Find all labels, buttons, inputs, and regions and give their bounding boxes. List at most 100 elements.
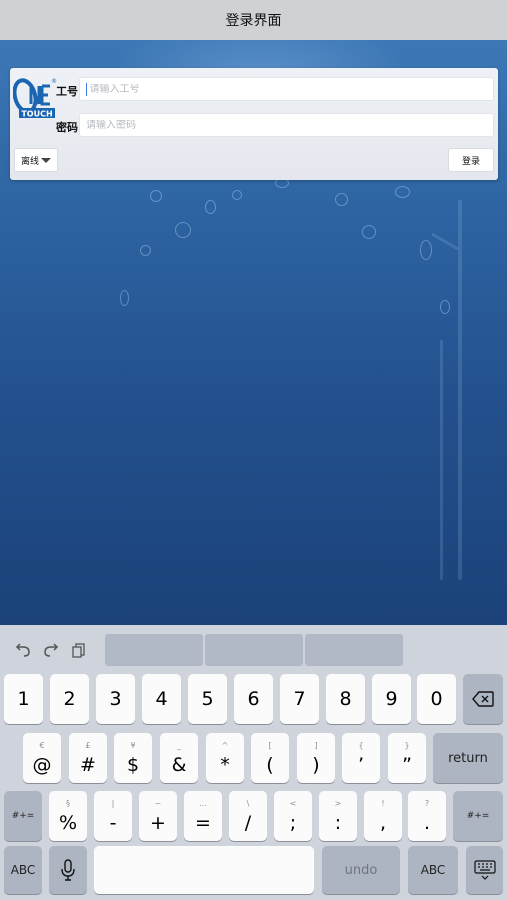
splash-decoration (458, 200, 462, 580)
abc-key-left[interactable]: ABC (4, 846, 42, 894)
mode-dropdown-button[interactable]: 离线 (14, 148, 58, 172)
key-label: ( (266, 753, 274, 776)
key-colon[interactable]: >: (319, 791, 357, 841)
key-label: * (220, 753, 230, 776)
bubble-decoration (232, 190, 242, 200)
paste-icon[interactable] (70, 641, 88, 659)
return-key-label: return (448, 750, 488, 766)
key-label: @ (32, 753, 52, 776)
keyboard-dismiss-icon (473, 860, 496, 880)
key-equals[interactable]: … = (184, 791, 222, 841)
key-double-quote[interactable]: }” (388, 733, 426, 783)
key-period[interactable]: ?. (408, 791, 446, 841)
key-left-paren[interactable]: [( (251, 733, 289, 783)
login-button[interactable]: 登录 (448, 148, 494, 172)
key-label: . (423, 811, 431, 834)
page-title: 登录界面 (225, 13, 282, 29)
key-label: 7 (293, 687, 306, 710)
employee-id-field-container[interactable] (79, 77, 494, 101)
key-4[interactable]: 4 (142, 674, 181, 724)
key-label: 2 (63, 687, 76, 710)
bubble-decoration (140, 245, 151, 256)
key-label: 4 (155, 687, 168, 710)
dictation-key[interactable] (49, 846, 87, 894)
navigation-bar: 登录界面 (0, 0, 507, 41)
hide-keyboard-key[interactable] (466, 846, 503, 894)
key-0[interactable]: 0 (417, 674, 456, 724)
employee-id-input[interactable] (89, 83, 493, 95)
undo-icon[interactable] (14, 641, 32, 659)
key-label: = (195, 811, 211, 834)
login-button-label: 登录 (461, 156, 480, 167)
key-asterisk[interactable]: ^ * (206, 733, 244, 783)
key-label: ” (402, 753, 412, 776)
undo-key-label: undo (344, 862, 378, 878)
key-alt-label: ~ (154, 798, 162, 808)
key-9[interactable]: 9 (372, 674, 411, 724)
key-alt-label: ! (381, 798, 385, 808)
abc-key-right[interactable]: ABC (408, 846, 458, 894)
key-minus[interactable]: | - (94, 791, 132, 841)
key-label: ) (312, 753, 320, 776)
triangle-down-icon (41, 157, 51, 163)
key-single-quote[interactable]: {’ (342, 733, 380, 783)
key-at[interactable]: € @ (23, 733, 61, 783)
key-slash[interactable]: \ / (229, 791, 267, 841)
undo-key[interactable]: undo (322, 846, 400, 894)
key-alt-label: ] (314, 740, 318, 750)
key-label: ’ (357, 753, 365, 776)
return-key[interactable]: return (433, 733, 503, 783)
key-7[interactable]: 7 (280, 674, 319, 724)
key-label: - (109, 811, 117, 834)
key-1[interactable]: 1 (4, 674, 43, 724)
key-ampersand[interactable]: _ & (160, 733, 198, 783)
key-plus[interactable]: ~ + (139, 791, 177, 841)
key-comma[interactable]: !, (364, 791, 402, 841)
redo-icon[interactable] (42, 641, 60, 659)
key-8[interactable]: 8 (326, 674, 365, 724)
key-label: / (244, 811, 252, 834)
microphone-icon (61, 859, 75, 881)
key-label: 5 (201, 687, 214, 710)
password-field-container[interactable] (79, 113, 494, 137)
key-alt-label: € (39, 740, 45, 750)
on-screen-keyboard: 1 2 3 4 5 6 7 8 9 0 € @ £ # ¥ $ _ & ^ * [( ])… (0, 625, 507, 900)
more-symbols-key-left[interactable]: #+= (4, 791, 42, 841)
password-label: 密码 (56, 121, 78, 134)
key-dollar[interactable]: ¥ $ (114, 733, 152, 783)
key-alt-label: … (199, 798, 207, 808)
bubble-decoration (150, 190, 162, 202)
bubble-decoration (362, 225, 376, 239)
key-label: $ (126, 753, 140, 776)
key-label: % (58, 811, 78, 834)
key-alt-label: ? (424, 798, 430, 808)
suggestion-slot-1[interactable] (105, 634, 203, 666)
key-3[interactable]: 3 (96, 674, 135, 724)
key-label: : (334, 811, 342, 834)
login-panel: TOUCH ® 工号 密码 离线 登录 (10, 68, 498, 180)
suggestion-slot-3[interactable] (305, 634, 403, 666)
key-6[interactable]: 6 (234, 674, 273, 724)
bubble-decoration (395, 186, 410, 198)
more-symbols-label: #+= (466, 811, 490, 821)
key-right-paren[interactable]: ]) (297, 733, 335, 783)
more-symbols-label: #+= (11, 811, 35, 821)
logo-wordmark: TOUCH (21, 110, 52, 119)
key-semicolon[interactable]: <; (274, 791, 312, 841)
password-input[interactable] (86, 119, 493, 131)
key-alt-label: § (66, 798, 70, 808)
bubble-decoration (420, 240, 432, 260)
bubble-decoration (175, 222, 191, 238)
key-label: 9 (385, 687, 398, 710)
employee-id-label: 工号 (56, 85, 78, 98)
space-key[interactable] (94, 846, 314, 894)
delete-key[interactable] (463, 674, 503, 724)
key-percent[interactable]: §% (49, 791, 87, 841)
abc-key-label: ABC (420, 863, 446, 877)
more-symbols-key-right[interactable]: #+= (453, 791, 503, 841)
key-hash[interactable]: £ # (69, 733, 107, 783)
key-alt-label: \ (246, 798, 250, 808)
key-2[interactable]: 2 (50, 674, 89, 724)
key-5[interactable]: 5 (188, 674, 227, 724)
suggestion-slot-2[interactable] (205, 634, 303, 666)
